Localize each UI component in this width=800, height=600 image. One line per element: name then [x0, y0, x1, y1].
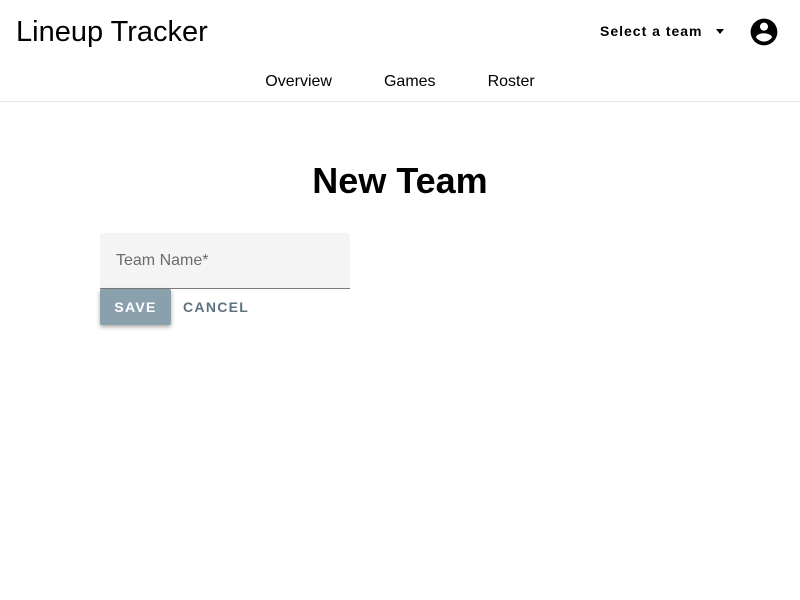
app-header: Lineup Tracker Select a team Overview Ga…: [0, 0, 800, 102]
page-title: New Team: [312, 160, 488, 201]
tab-roster[interactable]: Roster: [462, 64, 561, 100]
app-title: Lineup Tracker: [16, 16, 208, 48]
save-button[interactable]: SAVE: [100, 289, 171, 325]
main-nav: Overview Games Roster: [0, 64, 800, 100]
app-root: Lineup Tracker Select a team Overview Ga…: [0, 0, 800, 600]
team-select-dropdown[interactable]: Select a team: [594, 16, 730, 46]
cancel-button[interactable]: CANCEL: [175, 289, 257, 325]
account-circle-icon[interactable]: [748, 16, 780, 48]
team-name-input[interactable]: [100, 233, 350, 288]
form-actions: SAVE CANCEL: [100, 289, 257, 325]
account-circle-svg: [750, 18, 778, 46]
tab-games[interactable]: Games: [358, 64, 462, 100]
team-name-field: [100, 233, 350, 289]
team-select-label: Select a team: [600, 23, 703, 39]
caret-down-icon: [715, 29, 724, 34]
tab-overview[interactable]: Overview: [239, 64, 358, 100]
